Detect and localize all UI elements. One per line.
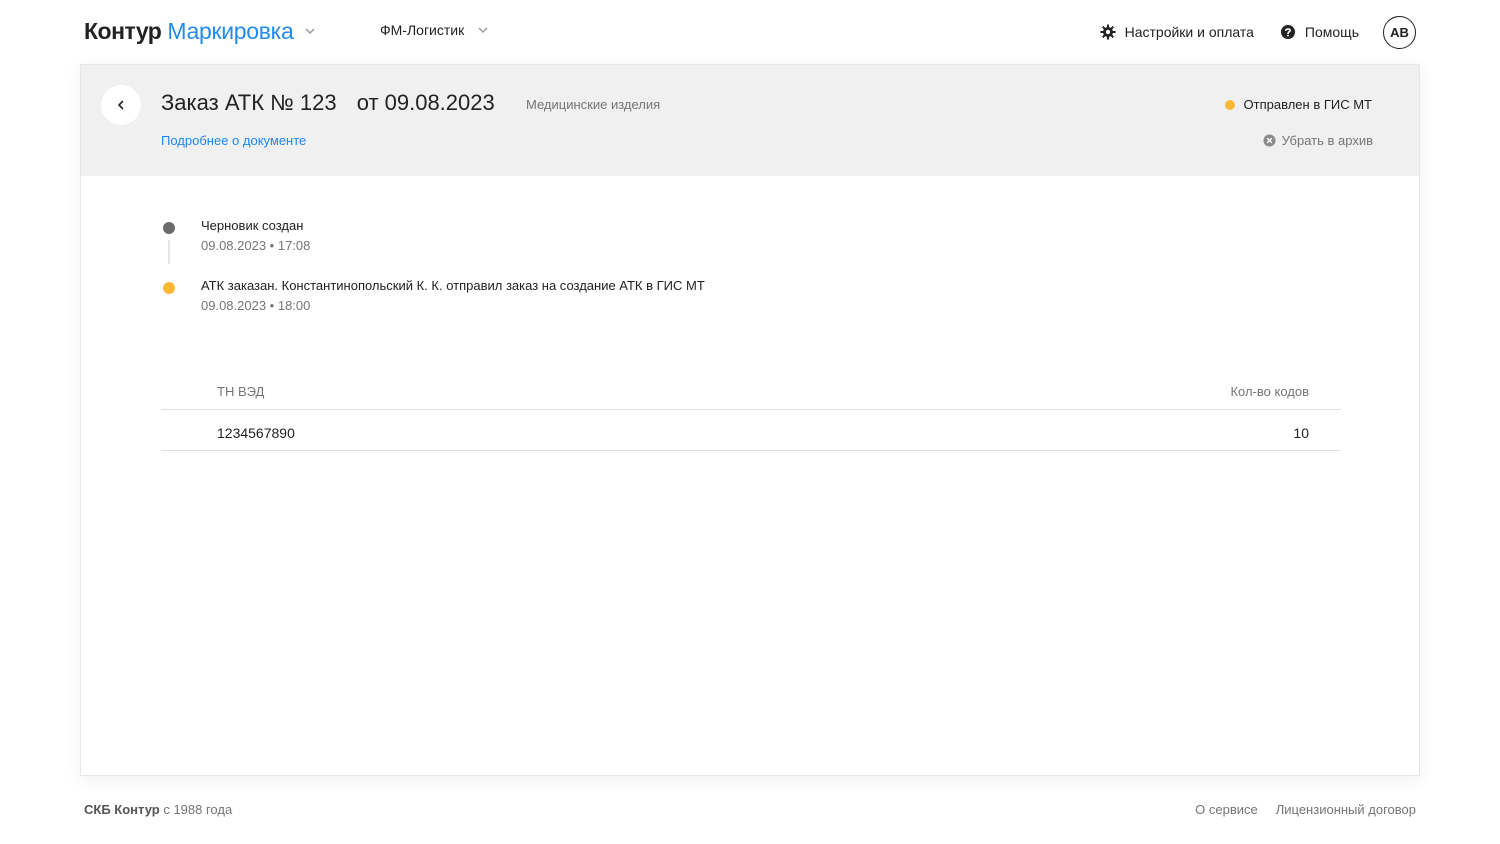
status-label: Отправлен в ГИС МТ — [1243, 97, 1372, 112]
document-date: от 09.08.2023 — [356, 90, 495, 115]
history-connector — [168, 240, 170, 264]
status-dot-icon — [1224, 99, 1235, 110]
footer-company: СКБ Контур — [84, 802, 160, 817]
column-header-tnved: ТН ВЭД — [217, 384, 265, 399]
footer-links: О сервисе Лицензионный договор — [1177, 802, 1416, 817]
settings-link[interactable]: Настройки и оплата — [1100, 24, 1254, 40]
document-card: Заказ АТК № 123 от 09.08.2023 Медицински… — [80, 64, 1420, 776]
top-bar: Контур Маркировка ФМ-Логистик Настройки … — [0, 0, 1500, 64]
footer: СКБ Контур с 1988 года О сервисе Лицензи… — [84, 802, 1416, 822]
table-row: 1234567890 10 — [161, 410, 1341, 451]
history-time: 09.08.2023 • 17:08 — [201, 238, 311, 253]
help-link[interactable]: Помощь — [1280, 24, 1359, 40]
cell-count: 10 — [1293, 425, 1309, 441]
document-number: Заказ АТК № 123 — [161, 90, 337, 115]
archive-label: Убрать в архив — [1281, 133, 1373, 148]
history-time: 09.08.2023 • 18:00 — [201, 298, 311, 313]
back-button[interactable] — [101, 85, 141, 125]
license-link[interactable]: Лицензионный договор — [1276, 802, 1416, 817]
document-category: Медицинские изделия — [526, 97, 661, 112]
document-history: Черновик создан 09.08.2023 • 17:08 АТК з… — [161, 218, 1061, 338]
logo-brand: Контур — [84, 17, 162, 44]
history-dot-icon — [163, 282, 175, 294]
close-circle-icon — [1263, 134, 1276, 147]
page-title: Заказ АТК № 123 от 09.08.2023 — [161, 90, 495, 116]
product-logo[interactable]: Контур Маркировка — [84, 16, 317, 46]
organization-switcher[interactable]: ФМ-Логистик — [380, 22, 490, 38]
gear-icon — [1100, 24, 1116, 40]
status-badge: Отправлен в ГИС МТ — [1224, 97, 1372, 112]
footer-since: с 1988 года — [163, 802, 233, 817]
logo-product-name: Маркировка — [167, 17, 294, 44]
about-link[interactable]: О сервисе — [1195, 802, 1258, 817]
chevron-left-icon — [118, 100, 124, 110]
document-details-link[interactable]: Подробнее о документе — [161, 133, 306, 148]
help-label: Помощь — [1304, 24, 1359, 40]
header-actions: Настройки и оплата Помощь АВ — [1100, 15, 1416, 49]
codes-table: ТН ВЭД Кол-во кодов 1234567890 10 — [161, 369, 1341, 451]
footer-brand: СКБ Контур с 1988 года — [84, 802, 232, 817]
help-icon — [1280, 25, 1295, 39]
history-item: АТК заказан. Константинопольский К. К. о… — [161, 278, 1061, 338]
history-dot-icon — [163, 222, 175, 234]
chevron-down-icon — [305, 28, 315, 35]
archive-button[interactable]: Убрать в архив — [1263, 133, 1373, 148]
user-avatar[interactable]: АВ — [1383, 15, 1416, 49]
table-header: ТН ВЭД Кол-во кодов — [161, 369, 1341, 410]
cell-tnved: 1234567890 — [217, 425, 295, 441]
history-text: АТК заказан. Константинопольский К. К. о… — [201, 278, 705, 293]
settings-label: Настройки и оплата — [1124, 24, 1254, 40]
column-header-count: Кол-во кодов — [1230, 384, 1309, 399]
history-text: Черновик создан — [201, 218, 304, 233]
organization-name: ФМ-Логистик — [380, 22, 465, 38]
history-item: Черновик создан 09.08.2023 • 17:08 — [161, 218, 1061, 278]
document-header: Заказ АТК № 123 от 09.08.2023 Медицински… — [81, 65, 1419, 176]
chevron-down-icon — [478, 27, 488, 34]
